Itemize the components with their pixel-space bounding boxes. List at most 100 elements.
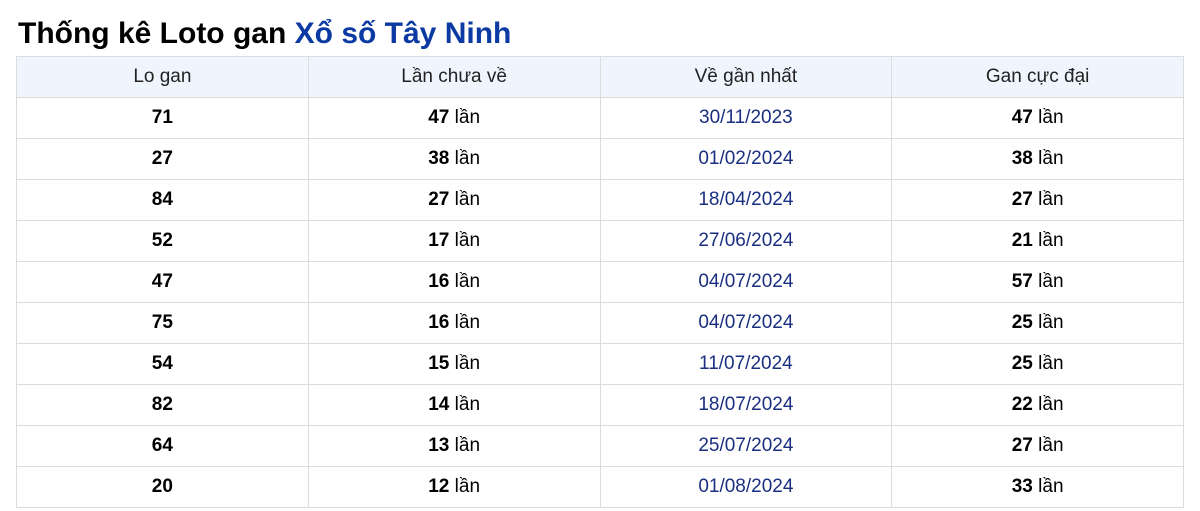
lo-number: 47	[16, 261, 309, 303]
lo-number: 27	[16, 138, 309, 180]
miss-count-cell: 13 lần	[307, 425, 601, 467]
max-gap-unit: lần	[1038, 353, 1064, 374]
max-gap-cell: 25 lần	[891, 302, 1184, 344]
table-row: 82 14 lần 18/07/2024 22 lần	[16, 384, 1184, 426]
max-gap-unit: lần	[1038, 148, 1064, 169]
max-gap-cell: 21 lần	[891, 220, 1184, 262]
lo-number: 75	[16, 302, 309, 344]
last-seen-date: 18/07/2024	[599, 384, 893, 426]
miss-count-cell: 17 lần	[307, 220, 601, 262]
lo-number: 54	[16, 343, 309, 385]
column-header-ve-gan-nhat: Về gần nhất	[599, 56, 893, 98]
lo-number: 64	[16, 425, 309, 467]
last-seen-date: 01/08/2024	[599, 466, 893, 508]
last-seen-date: 25/07/2024	[599, 425, 893, 467]
column-header-lo-gan: Lo gan	[16, 56, 309, 98]
max-gap: 27	[1011, 189, 1033, 210]
miss-count-cell: 16 lần	[307, 302, 601, 344]
page-title: Thống kê Loto gan Xổ số Tây Ninh	[18, 14, 511, 54]
max-gap-cell: 27 lần	[891, 179, 1184, 221]
max-gap: 33	[1011, 476, 1033, 497]
max-gap: 25	[1011, 353, 1033, 374]
miss-count: 17	[428, 230, 450, 251]
max-gap: 25	[1011, 312, 1033, 333]
max-gap-unit: lần	[1038, 230, 1064, 251]
miss-count: 47	[428, 107, 450, 128]
last-seen-date: 18/04/2024	[599, 179, 893, 221]
page-title-lottery-name: Xổ số Tây Ninh	[294, 17, 512, 50]
lo-number: 82	[16, 384, 309, 426]
table-row: 84 27 lần 18/04/2024 27 lần	[16, 179, 1184, 221]
max-gap-cell: 25 lần	[891, 343, 1184, 385]
column-header-lan-chua-ve: Lần chưa về	[307, 56, 601, 98]
max-gap-cell: 33 lần	[891, 466, 1184, 508]
miss-count-unit: lần	[454, 189, 481, 210]
miss-count: 14	[428, 394, 450, 415]
loto-gan-table: Lo gan Lần chưa về Về gần nhất Gan cực đ…	[16, 56, 1184, 508]
column-header-gan-cuc-dai: Gan cực đại	[891, 56, 1184, 98]
max-gap: 57	[1011, 271, 1033, 292]
miss-count-unit: lần	[454, 230, 481, 251]
miss-count-unit: lần	[454, 435, 481, 456]
miss-count-cell: 16 lần	[307, 261, 601, 303]
miss-count-unit: lần	[454, 312, 481, 333]
table-header-row: Lo gan Lần chưa về Về gần nhất Gan cực đ…	[16, 56, 1184, 98]
last-seen-date: 01/02/2024	[599, 138, 893, 180]
lo-number: 84	[16, 179, 309, 221]
last-seen-date: 04/07/2024	[599, 302, 893, 344]
max-gap-cell: 22 lần	[891, 384, 1184, 426]
table-row: 27 38 lần 01/02/2024 38 lần	[16, 138, 1184, 180]
miss-count: 16	[428, 312, 450, 333]
table-row: 20 12 lần 01/08/2024 33 lần	[16, 466, 1184, 508]
miss-count-cell: 38 lần	[307, 138, 601, 180]
miss-count: 15	[428, 353, 450, 374]
max-gap-unit: lần	[1038, 476, 1064, 497]
miss-count-cell: 14 lần	[307, 384, 601, 426]
miss-count: 13	[428, 435, 450, 456]
max-gap: 47	[1011, 107, 1033, 128]
miss-count-cell: 12 lần	[307, 466, 601, 508]
max-gap-cell: 38 lần	[891, 138, 1184, 180]
miss-count-cell: 47 lần	[307, 97, 601, 139]
miss-count-unit: lần	[454, 148, 481, 169]
last-seen-date: 27/06/2024	[599, 220, 893, 262]
last-seen-date: 04/07/2024	[599, 261, 893, 303]
miss-count-unit: lần	[454, 353, 481, 374]
max-gap: 21	[1011, 230, 1033, 251]
max-gap-unit: lần	[1038, 271, 1064, 292]
miss-count-unit: lần	[454, 107, 481, 128]
miss-count: 12	[428, 476, 450, 497]
table-body: 71 47 lần 30/11/2023 47 lần 27 38 lần 01…	[16, 97, 1184, 508]
table-row: 52 17 lần 27/06/2024 21 lần	[16, 220, 1184, 262]
table-row: 47 16 lần 04/07/2024 57 lần	[16, 261, 1184, 303]
max-gap-unit: lần	[1038, 107, 1064, 128]
max-gap: 38	[1011, 148, 1033, 169]
max-gap-cell: 47 lần	[891, 97, 1184, 139]
miss-count-unit: lần	[454, 271, 481, 292]
last-seen-date: 11/07/2024	[599, 343, 893, 385]
max-gap-unit: lần	[1038, 435, 1064, 456]
miss-count-cell: 15 lần	[307, 343, 601, 385]
miss-count-unit: lần	[454, 394, 481, 415]
last-seen-date: 30/11/2023	[599, 97, 893, 139]
lo-number: 71	[16, 97, 309, 139]
miss-count-unit: lần	[454, 476, 481, 497]
miss-count: 27	[428, 189, 450, 210]
lo-number: 20	[16, 466, 309, 508]
max-gap-unit: lần	[1038, 394, 1064, 415]
max-gap-cell: 27 lần	[891, 425, 1184, 467]
table-row: 54 15 lần 11/07/2024 25 lần	[16, 343, 1184, 385]
max-gap: 22	[1011, 394, 1033, 415]
lo-number: 52	[16, 220, 309, 262]
max-gap-unit: lần	[1038, 312, 1064, 333]
table-row: 71 47 lần 30/11/2023 47 lần	[16, 97, 1184, 139]
max-gap: 27	[1011, 435, 1033, 456]
table-row: 75 16 lần 04/07/2024 25 lần	[16, 302, 1184, 344]
max-gap-unit: lần	[1038, 189, 1064, 210]
miss-count: 16	[428, 271, 450, 292]
miss-count-cell: 27 lần	[307, 179, 601, 221]
max-gap-cell: 57 lần	[891, 261, 1184, 303]
table-row: 64 13 lần 25/07/2024 27 lần	[16, 425, 1184, 467]
table-header: Lo gan Lần chưa về Về gần nhất Gan cực đ…	[16, 56, 1184, 98]
miss-count: 38	[428, 148, 450, 169]
